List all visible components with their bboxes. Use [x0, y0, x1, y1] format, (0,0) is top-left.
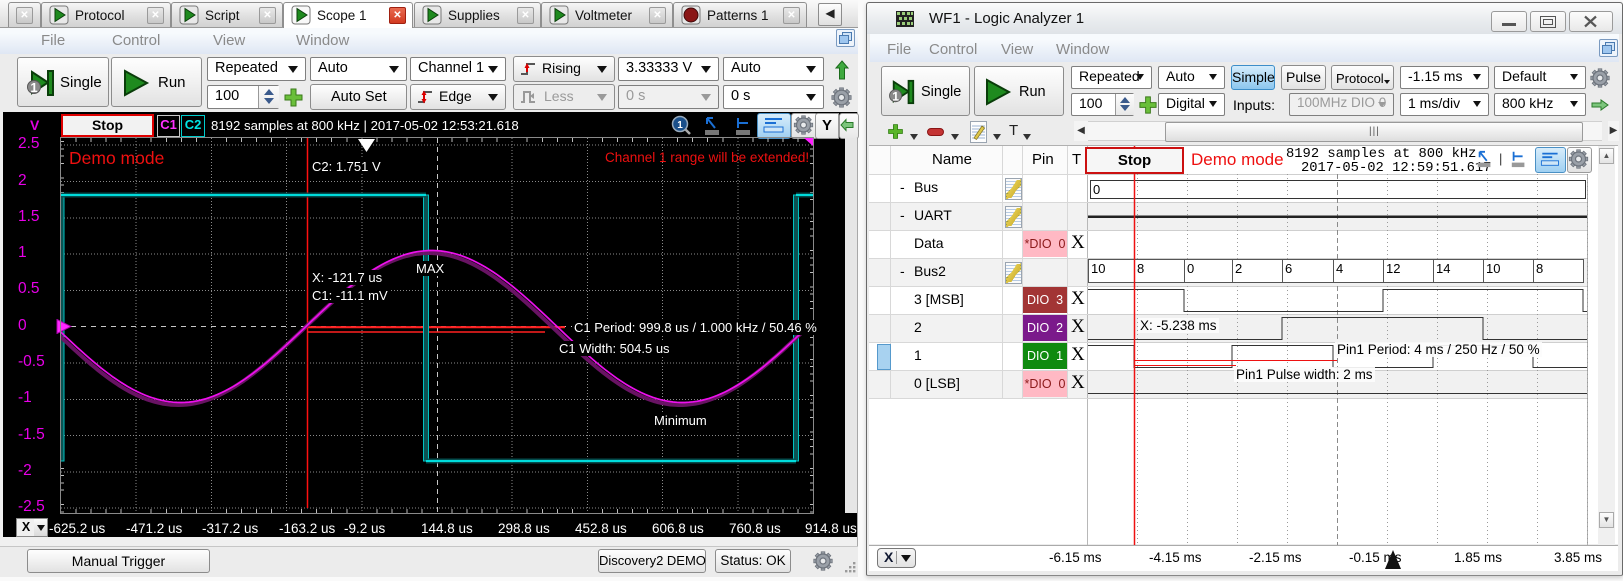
svg-text:1: 1	[677, 120, 683, 131]
svg-text:1: 1	[30, 80, 37, 95]
svg-text:1: 1	[892, 89, 899, 103]
